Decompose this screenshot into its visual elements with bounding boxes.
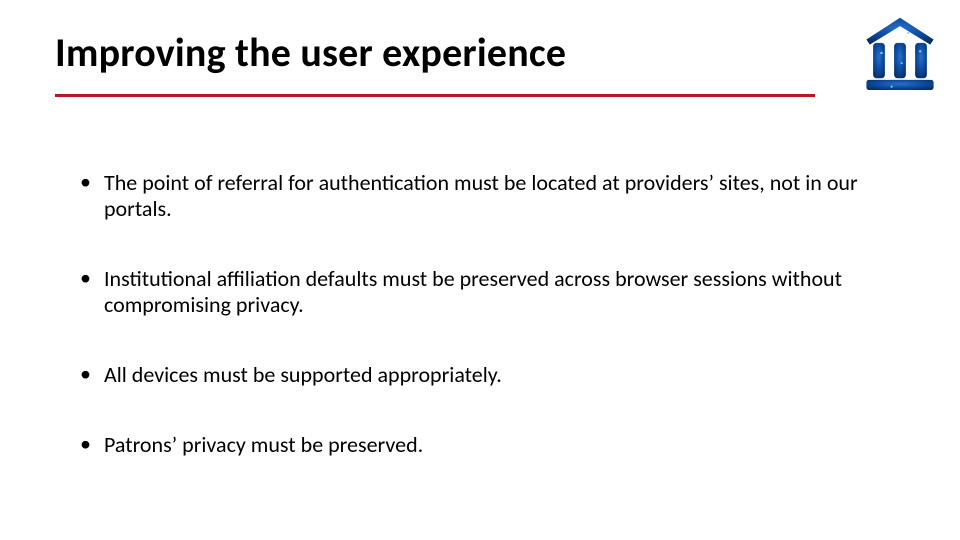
list-item: Institutional affiliation defaults must … [80, 266, 880, 318]
bullet-list: The point of referral for authentication… [80, 170, 880, 502]
list-item: Patrons’ privacy must be preserved. [80, 432, 880, 458]
bullet-text: All devices must be supported appropriat… [104, 361, 502, 388]
institution-logo-icon [858, 10, 942, 96]
slide: Improving the user experience [0, 0, 960, 540]
bullet-text: Institutional affiliation defaults must … [104, 265, 842, 318]
title-underline [55, 94, 815, 97]
bullet-text: Patrons’ privacy must be preserved. [104, 431, 423, 458]
list-item: The point of referral for authentication… [80, 170, 880, 222]
slide-title: Improving the user experience [55, 28, 566, 77]
list-item: All devices must be supported appropriat… [80, 362, 880, 388]
bullet-text: The point of referral for authentication… [104, 169, 858, 222]
